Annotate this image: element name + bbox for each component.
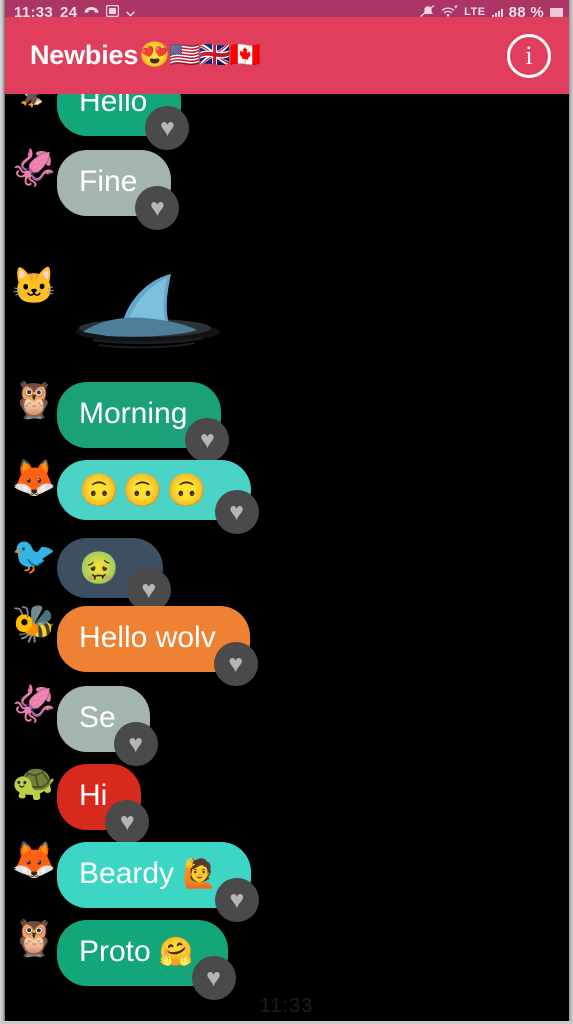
message-text: Fine — [79, 165, 138, 198]
phone-handset-icon — [84, 5, 99, 17]
heart-reaction-icon[interactable]: ♥ — [214, 490, 259, 534]
message-row[interactable]: 🐢 Hi ♥ — [5, 764, 569, 844]
network-type-label: LTE — [464, 6, 486, 17]
squid-avatar[interactable]: 🦑 — [11, 150, 57, 186]
heart-reaction-icon[interactable]: ♥ — [185, 418, 230, 462]
message-bubble-wrap: Hello ♥ — [57, 94, 190, 150]
notification-count: 24 — [60, 4, 78, 17]
bee-avatar[interactable]: 🐝 — [11, 606, 57, 642]
message-text: Se — [79, 701, 116, 734]
squid-avatar[interactable]: 🦑 — [11, 686, 57, 722]
heart-reaction-icon[interactable]: ♥ — [113, 722, 158, 766]
fox-balloon-avatar[interactable]: 🦊 — [11, 460, 57, 496]
message-bubble-wrap: Proto 🤗 ♥ — [57, 920, 236, 1000]
heart-reaction-icon[interactable]: ♥ — [145, 106, 190, 150]
bell-muted-icon — [420, 4, 435, 17]
heart-reaction-icon[interactable]: ♥ — [105, 800, 150, 844]
message-text: Hello — [79, 94, 148, 118]
message-row[interactable]: 🦊 🙃🙃🙃 ♥ — [5, 460, 569, 534]
turtle-avatar[interactable]: 🐢 — [11, 764, 57, 800]
bottom-clock: 11:33 — [259, 995, 314, 1017]
message-row[interactable]: 🦊 Beardy 🙋 ♥ — [5, 842, 569, 922]
message-text: Proto — [79, 935, 151, 968]
message-trailing-emoji: 🤗 — [158, 936, 194, 967]
message-list[interactable]: 🦅Hello♥🦑Fine♥🐱🦉Morning♥🦊🙃🙃🙃♥🐦🤢♥🐝Hello wo… — [5, 94, 569, 1024]
heart-reaction-icon[interactable]: ♥ — [135, 186, 180, 230]
message-row[interactable]: 🦉 Morning ♥ — [5, 382, 569, 462]
message-bubble-wrap — [57, 268, 223, 350]
status-clock: 11:33 — [14, 4, 54, 17]
cat-avatar[interactable]: 🐱 — [11, 268, 57, 304]
message-row[interactable]: 🐦 🤢 ♥ — [5, 538, 569, 612]
owl-detective-avatar[interactable]: 🦉 — [11, 382, 57, 418]
message-row[interactable]: 🦉 Proto 🤗 ♥ — [5, 920, 569, 1000]
message-bubble-wrap: Fine ♥ — [57, 150, 180, 230]
message-row[interactable]: 🐝 Hello wolv ♥ — [5, 606, 569, 686]
signal-bars-icon — [491, 8, 503, 17]
eagle-avatar[interactable]: 🦅 — [11, 94, 57, 106]
status-bar-right: LTE 88 % — [420, 2, 563, 17]
fox-balloon-avatar[interactable]: 🦊 — [11, 842, 57, 878]
battery-percent-label: 88 % — [508, 4, 544, 17]
heart-reaction-icon[interactable]: ♥ — [214, 878, 259, 922]
chat-title[interactable]: Newbies 😍🇺🇸🇬🇧🇨🇦 — [30, 40, 261, 71]
message-text: Morning — [79, 397, 188, 430]
owl-detective-avatar[interactable]: 🦉 — [11, 920, 57, 956]
status-bar-left: 11:33 24 — [14, 2, 136, 17]
message-text: Hi — [79, 779, 108, 812]
message-text: 🤢 — [79, 550, 123, 586]
message-row[interactable]: 🦑 Fine ♥ — [5, 150, 569, 230]
wifi-calling-icon — [441, 5, 458, 17]
chevron-down-icon — [126, 5, 136, 17]
status-bar: 11:33 24 LTE 88 % — [0, 0, 573, 17]
heart-reaction-icon[interactable]: ♥ — [213, 642, 258, 686]
chat-title-text: Newbies — [30, 40, 139, 70]
message-bubble-wrap: Beardy 🙋 ♥ — [57, 842, 259, 922]
message-bubble-wrap: 🤢 ♥ — [57, 538, 171, 612]
phone-screen: 11:33 24 LTE 88 % Newbies 😍🇺🇸🇬🇧🇨🇦 i Hell… — [0, 0, 573, 1024]
message-bubble-wrap: Hi ♥ — [57, 764, 150, 844]
screen-bezel-left — [0, 0, 5, 1024]
message-row[interactable]: 🦑 Se ♥ — [5, 686, 569, 766]
message-text: 🙃🙃🙃 — [79, 472, 211, 508]
screen-bezel-right — [569, 0, 573, 1024]
app-bar: Newbies 😍🇺🇸🇬🇧🇨🇦 i — [0, 17, 573, 94]
message-bubble-wrap: Hello wolv ♥ — [57, 606, 258, 686]
heart-reaction-icon[interactable]: ♥ — [191, 956, 236, 1000]
message-bubble-wrap: 🙃🙃🙃 ♥ — [57, 460, 259, 534]
message-trailing-emoji: 🙋 — [182, 858, 217, 889]
shark-fin-sticker[interactable] — [63, 270, 223, 350]
message-bubble-wrap: Se ♥ — [57, 686, 158, 766]
info-glyph: i — [525, 40, 533, 70]
info-circle-icon[interactable]: i — [507, 33, 551, 78]
sim-card-icon — [106, 4, 120, 17]
message-text: Hello wolv — [79, 621, 216, 654]
message-row[interactable]: 🦅Hello♥ — [5, 94, 569, 150]
red-hair-bird-avatar[interactable]: 🐦 — [11, 538, 57, 574]
battery-icon — [550, 8, 563, 17]
chat-title-emojis: 😍🇺🇸🇬🇧🇨🇦 — [139, 41, 261, 69]
message-row[interactable]: 🐱 — [5, 268, 569, 350]
message-text: Beardy — [79, 857, 175, 890]
message-bubble-wrap: Morning ♥ — [57, 382, 230, 462]
